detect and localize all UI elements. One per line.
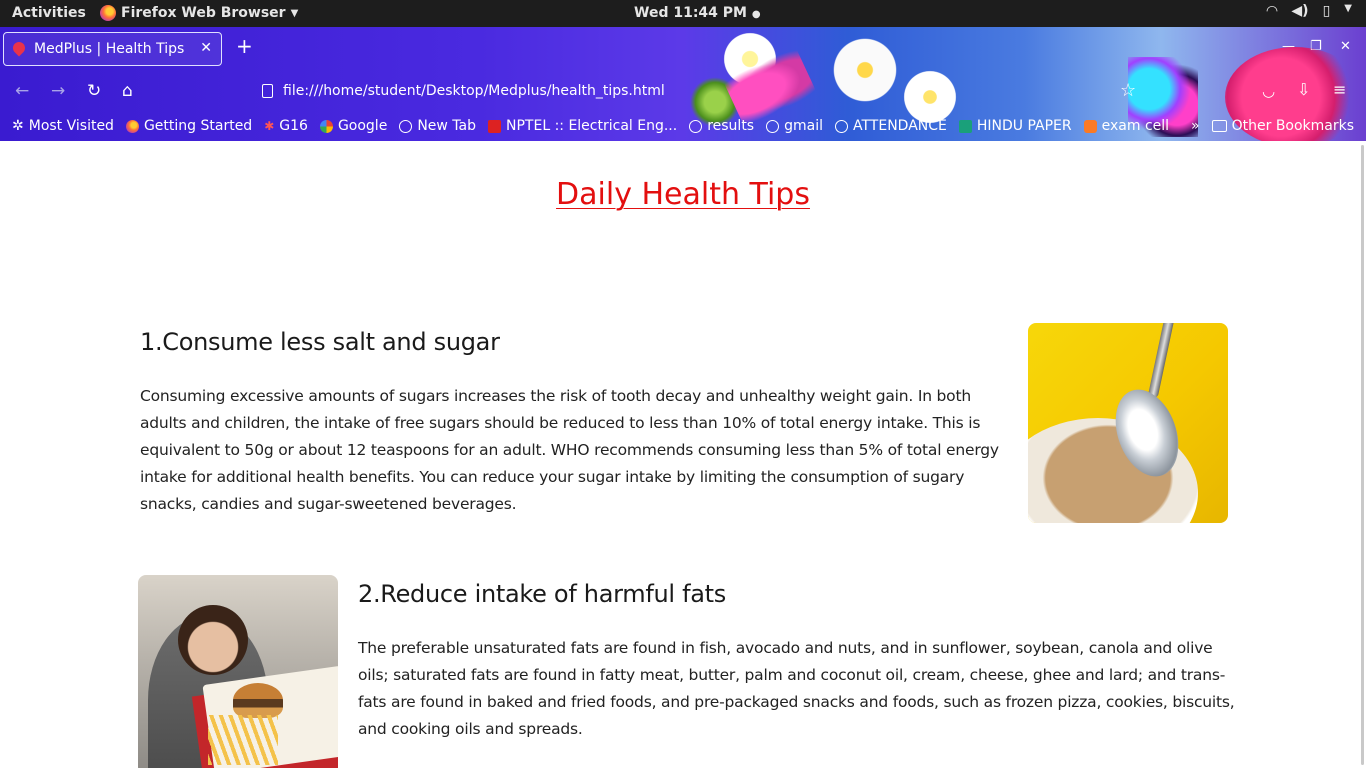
bookmark-label: New Tab xyxy=(417,118,476,134)
clock-text: Wed 11:44 PM xyxy=(634,5,747,21)
app-menu[interactable]: Firefox Web Browser ▼ xyxy=(100,5,298,21)
head-shape xyxy=(178,605,248,675)
burger-shape xyxy=(233,683,283,718)
spoon-handle-shape xyxy=(1147,323,1175,399)
bookmark-other-bookmarks[interactable]: Other Bookmarks xyxy=(1211,116,1355,136)
page-title: Daily Health Tips xyxy=(556,177,810,212)
close-icon[interactable]: ✕ xyxy=(200,40,212,56)
bookmark-gmail[interactable]: gmail xyxy=(766,116,823,136)
minimize-icon[interactable]: — xyxy=(1282,39,1295,54)
tip-body-2: The preferable unsaturated fats are foun… xyxy=(358,639,1235,738)
bookmark-label: ATTENDANCE xyxy=(853,118,947,134)
bookmark-new-tab[interactable]: New Tab xyxy=(399,116,476,136)
sugar-spoon-image xyxy=(1028,323,1228,523)
browser-chrome: MedPlus | Health Tips ✕ + — ❐ ✕ ← → ↻ ⌂ … xyxy=(0,27,1366,141)
bookmark-exam-cell[interactable]: exam cell xyxy=(1083,116,1170,136)
tab-medplus-health-tips[interactable]: MedPlus | Health Tips ✕ xyxy=(3,32,222,66)
bookmark-label: NPTEL :: Electrical Eng... xyxy=(506,118,678,134)
bookmark-hindu-paper[interactable]: HINDU PAPER xyxy=(958,116,1072,136)
bookmark-label: Other Bookmarks xyxy=(1231,118,1355,134)
folder-icon xyxy=(1211,120,1227,132)
tip-title-1: 1.Consume less salt and sugar xyxy=(140,328,500,356)
bookmark-getting-started[interactable]: Getting Started xyxy=(125,116,253,136)
bookmark-g16[interactable]: ✱ G16 xyxy=(264,116,308,136)
tip-body-1: Consuming excessive amounts of sugars in… xyxy=(140,387,999,513)
bookmark-label: Getting Started xyxy=(143,118,253,134)
bookmark-label: G16 xyxy=(279,118,308,134)
nptel-icon xyxy=(488,119,501,133)
bookmark-nptel[interactable]: NPTEL :: Electrical Eng... xyxy=(488,116,677,136)
new-tab-button[interactable]: + xyxy=(236,36,253,56)
fast-food-image xyxy=(138,575,338,768)
download-icon[interactable]: ⇩ xyxy=(1297,80,1310,99)
bookmark-label: gmail xyxy=(784,118,823,134)
forward-icon[interactable]: → xyxy=(51,81,65,101)
theme-flower xyxy=(830,35,900,105)
bug-icon: ✱ xyxy=(264,119,275,133)
clock[interactable]: Wed 11:44 PM ● xyxy=(634,5,761,21)
bookmark-label: HINDU PAPER xyxy=(976,118,1072,134)
globe-icon xyxy=(835,119,848,133)
location-pin-icon xyxy=(10,39,28,57)
system-top-bar: Activities Firefox Web Browser ▼ Wed 11:… xyxy=(0,0,1366,27)
firefox-icon xyxy=(100,5,116,21)
bookmark-attendance[interactable]: ATTENDANCE xyxy=(835,116,947,136)
firefox-icon xyxy=(125,119,139,133)
globe-icon xyxy=(399,119,413,133)
bookmark-label: results xyxy=(707,118,755,134)
tip-title-2: 2.Reduce intake of harmful fats xyxy=(358,580,726,608)
chevron-down-icon: ▼ xyxy=(290,7,299,19)
chevron-right-double-icon: » xyxy=(1191,118,1200,134)
close-window-icon[interactable]: ✕ xyxy=(1340,39,1351,54)
scrollbar[interactable] xyxy=(1361,145,1364,765)
activities-button[interactable]: Activities xyxy=(12,5,86,21)
fries-shape xyxy=(208,715,278,765)
wifi-icon: ◠ xyxy=(1266,3,1278,19)
google-icon xyxy=(319,119,333,133)
maximize-icon[interactable]: ❐ xyxy=(1310,39,1322,54)
url-text: file:///home/student/Desktop/Medplus/hea… xyxy=(283,83,665,99)
bookmarks-overflow[interactable]: » xyxy=(1191,116,1200,136)
app-name: Firefox Web Browser xyxy=(121,5,286,21)
battery-icon: ▯ xyxy=(1322,3,1331,19)
bookmark-results[interactable]: results xyxy=(689,116,754,136)
bookmark-label: Google xyxy=(337,118,388,134)
globe-icon xyxy=(766,119,780,133)
bookmark-label: exam cell xyxy=(1101,118,1170,134)
menu-icon[interactable]: ≡ xyxy=(1333,80,1346,99)
notification-dot-icon: ● xyxy=(751,9,761,20)
bookmarks-toolbar: ✲ Most Visited Getting Started ✱ G16 Googl… xyxy=(12,116,1354,136)
bookmark-most-visited[interactable]: ✲ Most Visited xyxy=(12,116,114,136)
web-page: Daily Health Tips 1.Consume less salt an… xyxy=(0,141,1366,768)
bookmark-google[interactable]: Google xyxy=(319,116,388,136)
tab-title: MedPlus | Health Tips xyxy=(34,41,185,57)
globe-icon xyxy=(689,119,703,133)
page-icon xyxy=(262,84,273,98)
home-icon[interactable]: ⌂ xyxy=(122,81,133,101)
bookmark-star-icon[interactable]: ☆ xyxy=(1120,80,1136,101)
reload-icon[interactable]: ↻ xyxy=(87,81,101,101)
chevron-down-icon: ▼ xyxy=(1344,3,1352,14)
bookmark-label: Most Visited xyxy=(28,118,114,134)
system-tray[interactable]: ◠ ◀) ▯ ▼ xyxy=(1267,3,1352,19)
gear-icon: ✲ xyxy=(12,118,24,134)
graduation-cap-icon xyxy=(958,119,972,133)
volume-icon: ◀) xyxy=(1291,3,1309,19)
back-icon[interactable]: ← xyxy=(15,81,29,101)
xampp-icon xyxy=(1083,119,1097,133)
pocket-icon[interactable]: ◡ xyxy=(1262,82,1275,100)
url-bar[interactable]: file:///home/student/Desktop/Medplus/hea… xyxy=(262,79,665,103)
